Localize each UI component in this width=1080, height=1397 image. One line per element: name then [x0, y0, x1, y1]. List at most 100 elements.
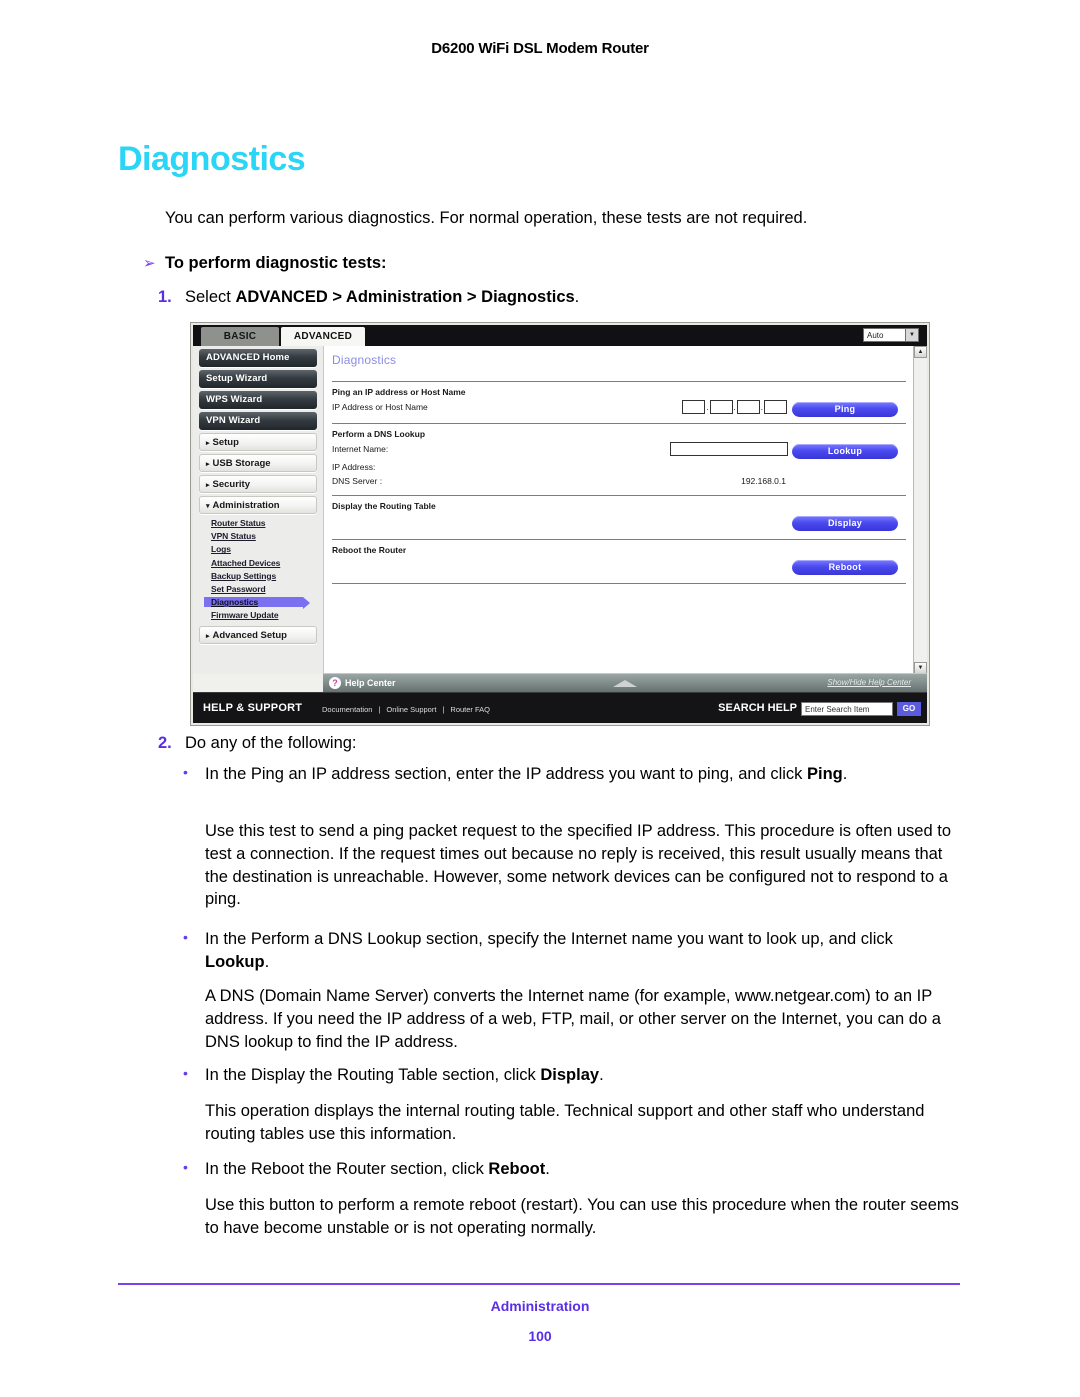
ping-octet-1[interactable] [682, 400, 706, 414]
step-1-suffix: . [574, 288, 580, 306]
bullet-4-prefix: In the Reboot the Router section, click [205, 1160, 489, 1178]
sidebar-section-security[interactable]: ▸ Security [199, 475, 317, 493]
step-1-prefix: Select [185, 288, 236, 306]
bullet-marker: • [183, 1065, 188, 1081]
step-1-path: ADVANCED > Administration > Diagnostics [235, 288, 575, 306]
submenu-item-vpn-status[interactable]: VPN Status [211, 531, 323, 541]
help-support-links: Documentation | Online Support | Router FAQ [319, 705, 493, 714]
bullet-1-prefix: In the Ping an IP address section, enter… [205, 765, 808, 783]
expand-caret-icon[interactable] [613, 680, 637, 687]
help-center-bar[interactable]: ? Help Center Show/Hide Help Center [323, 673, 927, 692]
ping-section-heading: Ping an IP address or Host Name [332, 387, 466, 397]
procedure-arrow-icon: ➢ [143, 255, 156, 272]
language-select-value: Auto [867, 331, 884, 340]
submenu-item-set-password[interactable]: Set Password [211, 584, 323, 594]
sidebar-section-usb-storage[interactable]: ▸ USB Storage [199, 454, 317, 472]
router-admin-screenshot: BASIC ADVANCED Auto ▼ ADVANCED Home Setu… [190, 322, 930, 726]
sidebar-item-wps-wizard[interactable]: WPS Wizard [199, 391, 317, 409]
bullet-1-lead: • In the Ping an IP address section, ente… [183, 763, 960, 786]
sidebar-section-administration-label: Administration [212, 500, 280, 511]
footer-page-number: 100 [528, 1328, 552, 1344]
step-2-number: 2. [158, 734, 172, 752]
bullet-1-bold: Ping [807, 765, 843, 783]
octet-separator: . [760, 402, 763, 412]
sidebar-section-advanced-setup[interactable]: ▸ Advanced Setup [199, 626, 317, 645]
lookup-button[interactable]: Lookup [792, 444, 898, 459]
scroll-up-icon[interactable]: ▲ [914, 346, 927, 358]
octet-separator: . [733, 402, 736, 412]
dns-internet-name-label: Internet Name: [332, 444, 389, 454]
display-button[interactable]: Display [792, 516, 898, 531]
sidebar-section-administration[interactable]: ▾ Administration [199, 496, 317, 514]
reboot-button[interactable]: Reboot [792, 560, 898, 575]
link-router-faq[interactable]: Router FAQ [450, 705, 490, 714]
ping-octet-4[interactable] [764, 400, 787, 414]
octet-separator: . [706, 402, 709, 412]
router-content-pane: Diagnostics Ping an IP address or Host N… [323, 346, 927, 674]
content-vertical-scrollbar[interactable]: ▲ ▼ [913, 346, 927, 674]
link-online-support[interactable]: Online Support [386, 705, 436, 714]
submenu-item-attached-devices[interactable]: Attached Devices [211, 558, 323, 568]
bullet-marker: • [183, 764, 188, 780]
page-title: Diagnostics [118, 140, 306, 178]
intro-paragraph: You can perform various diagnostics. For… [165, 209, 808, 227]
submenu-item-firmware-update[interactable]: Firmware Update [211, 610, 323, 620]
help-support-bar: HELP & SUPPORT Documentation | Online Supp… [193, 692, 927, 723]
divider [332, 539, 906, 540]
bullet-4-lead: • In the Reboot the Router section, click… [183, 1158, 960, 1181]
help-support-title: HELP & SUPPORT [203, 702, 303, 714]
chevron-right-icon: ▸ [206, 461, 210, 468]
submenu-item-router-status[interactable]: Router Status [211, 518, 323, 528]
dns-server-row: DNS Server : 192.168.0.1 [332, 476, 906, 490]
tab-advanced[interactable]: ADVANCED [281, 327, 365, 346]
bullet-4-body: Use this button to perform a remote rebo… [205, 1196, 959, 1237]
ping-octet-3[interactable] [736, 400, 760, 414]
footer-divider [118, 1283, 960, 1285]
tab-basic[interactable]: BASIC [201, 327, 279, 346]
reboot-section-heading: Reboot the Router [332, 545, 407, 555]
bullet-3-suffix: . [599, 1066, 604, 1084]
bullet-marker: • [183, 1159, 188, 1175]
search-help-title: SEARCH HELP [718, 702, 797, 714]
chevron-down-icon[interactable]: ▼ [905, 329, 918, 341]
chevron-right-icon: ▸ [206, 440, 210, 447]
ping-field-row: IP Address or Host Name . . . Ping [332, 400, 906, 418]
dns-internet-name-row: Internet Name: Lookup [332, 442, 906, 460]
sidebar-item-vpn-wizard[interactable]: VPN Wizard [199, 412, 317, 430]
divider [332, 423, 906, 424]
router-top-bar: BASIC ADVANCED Auto ▼ [193, 325, 927, 346]
link-documentation[interactable]: Documentation [322, 705, 372, 714]
ping-button[interactable]: Ping [792, 402, 898, 417]
question-mark-icon: ? [329, 677, 341, 689]
bullet-2-bold: Lookup [205, 952, 265, 971]
show-hide-help-center-link[interactable]: Show/Hide Help Center [827, 678, 911, 687]
routing-section-heading: Display the Routing Table [332, 501, 436, 511]
link-separator: | [442, 705, 445, 714]
bullet-4-bold: Reboot [488, 1160, 546, 1178]
bullet-2-lead: • In the Perform a DNS Lookup section, sp… [183, 928, 960, 974]
search-help-input[interactable]: Enter Search Item [801, 702, 893, 716]
submenu-item-backup-settings[interactable]: Backup Settings [211, 571, 323, 581]
link-separator: | [378, 705, 381, 714]
routing-button-row: Display [332, 516, 906, 534]
search-go-button[interactable]: GO [897, 702, 921, 716]
submenu-item-logs[interactable]: Logs [211, 544, 323, 554]
bullet-2-suffix: . [264, 952, 270, 971]
sidebar-item-setup-wizard[interactable]: Setup Wizard [199, 370, 317, 388]
sidebar-section-setup[interactable]: ▸ Setup [199, 433, 317, 451]
ping-field-label: IP Address or Host Name [332, 402, 428, 412]
ping-ip-octets: . . . [682, 400, 788, 414]
step-2-label: Do any of the following: [185, 734, 357, 752]
dns-ip-address-row: IP Address: [332, 462, 906, 474]
dns-internet-name-input[interactable] [670, 442, 788, 456]
submenu-item-diagnostics[interactable]: Diagnostics [204, 597, 310, 610]
divider [332, 583, 906, 584]
ping-octet-2[interactable] [709, 400, 733, 414]
bullet-marker: • [183, 929, 188, 945]
dns-section-heading: Perform a DNS Lookup [332, 429, 426, 439]
page-running-header: D6200 WiFi DSL Modem Router [431, 40, 649, 57]
sidebar-item-advanced-home[interactable]: ADVANCED Home [199, 349, 317, 367]
router-sidebar: ADVANCED Home Setup Wizard WPS Wizard VP… [193, 346, 323, 674]
bullet-1-suffix: . [842, 765, 848, 783]
language-select[interactable]: Auto ▼ [863, 328, 919, 342]
